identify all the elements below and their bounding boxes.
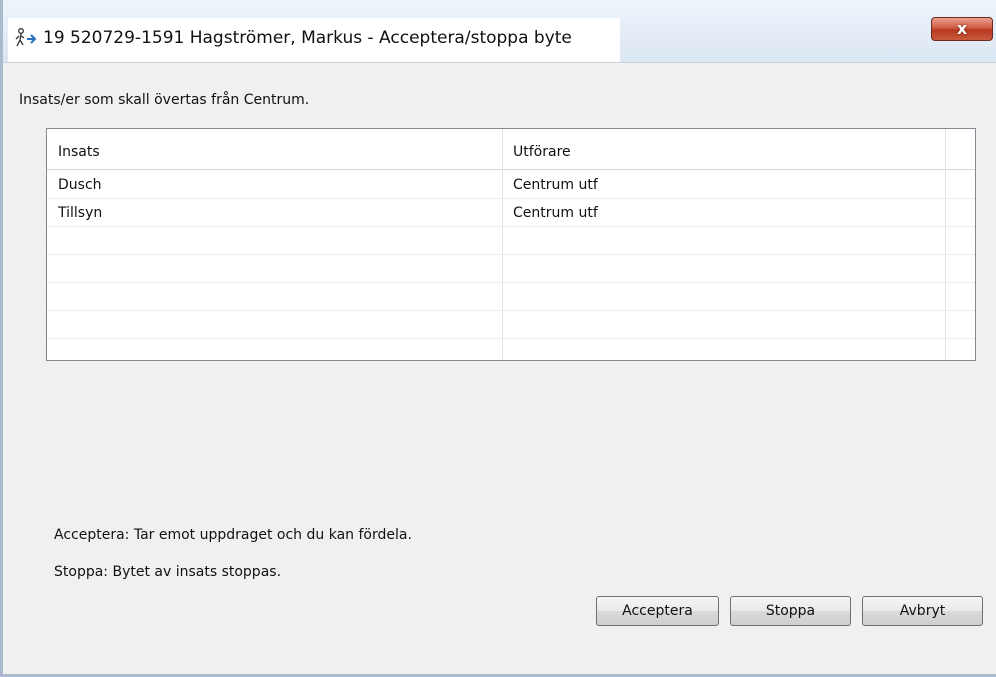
- table-row[interactable]: [47, 227, 975, 255]
- cell-insats: [47, 311, 502, 339]
- column-header-utforare[interactable]: Utförare: [502, 129, 945, 169]
- cancel-button[interactable]: Avbryt: [862, 596, 983, 626]
- cell-insats: [47, 227, 502, 255]
- table-row[interactable]: [47, 311, 975, 339]
- accept-button[interactable]: Acceptera: [596, 596, 719, 626]
- close-icon: x: [956, 19, 968, 38]
- window-title: 19 520729-1591 Hagströmer, Markus - Acce…: [43, 28, 572, 48]
- table-row[interactable]: [47, 339, 975, 367]
- cell-utforare: [502, 339, 945, 367]
- title-bar[interactable]: 19 520729-1591 Hagströmer, Markus - Acce…: [3, 0, 996, 62]
- section-heading: Insats/er som skall övertas från Centrum…: [19, 92, 310, 108]
- cell-utforare: [502, 311, 945, 339]
- dialog-window: 19 520729-1591 Hagströmer, Markus - Acce…: [0, 0, 996, 677]
- table-row[interactable]: Tillsyn Centrum utf: [47, 199, 975, 227]
- table-row[interactable]: [47, 255, 975, 283]
- walking-person-icon: [15, 28, 39, 50]
- cell-insats: Dusch: [58, 177, 102, 193]
- column-header-insats[interactable]: Insats: [47, 129, 502, 169]
- cell-insats: [47, 283, 502, 311]
- cell-utforare: [502, 283, 945, 311]
- stop-info-text: Stoppa: Bytet av insats stoppas.: [54, 564, 282, 580]
- cell-insats: [47, 255, 502, 283]
- close-button[interactable]: x: [931, 17, 993, 41]
- cell-insats: [47, 339, 502, 367]
- cell-insats: Tillsyn: [58, 205, 103, 221]
- cell-utforare: Centrum utf: [513, 205, 598, 221]
- insats-table[interactable]: Insats Utförare Dusch Centrum utf Tillsy…: [46, 128, 976, 361]
- cell-utforare: Centrum utf: [513, 177, 598, 193]
- table-header: Insats Utförare: [47, 129, 975, 170]
- cell-utforare: [502, 255, 945, 283]
- title-divider: [3, 62, 996, 63]
- cell-utforare: [502, 227, 945, 255]
- stop-button[interactable]: Stoppa: [730, 596, 851, 626]
- table-row[interactable]: [47, 283, 975, 311]
- table-row[interactable]: Dusch Centrum utf: [47, 171, 975, 199]
- accept-info-text: Acceptera: Tar emot uppdraget och du kan…: [54, 527, 412, 543]
